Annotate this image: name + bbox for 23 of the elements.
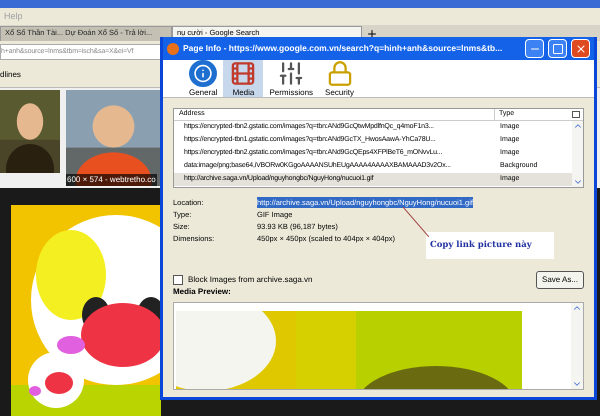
checkbox[interactable] [173, 274, 183, 285]
column-picker-icon[interactable] [572, 111, 580, 118]
annotation-note: Copy link picture này [426, 232, 554, 259]
scrollbar[interactable] [572, 121, 583, 187]
close-icon [574, 42, 586, 54]
window-title: Page Info - https://www.google.com.vn/search?q=hinh+anh&source=lnms&tb... [183, 42, 504, 55]
image-caption: 600 × 574 - webtretho.co [66, 174, 157, 186]
dialog-tab[interactable]: Security [319, 60, 360, 97]
dialog-tab[interactable]: General [183, 60, 224, 97]
maximize-icon [552, 42, 564, 54]
bookmarks-label: dlines [0, 71, 21, 79]
preview-label: Media Preview: [173, 286, 232, 298]
checkbox-label: Block Images from archive.saga.vn [188, 274, 312, 286]
save-as-button[interactable]: Save As... [536, 270, 584, 289]
dialog-tab[interactable]: Media [223, 60, 264, 97]
close-button[interactable] [571, 39, 590, 58]
new-tab-icon[interactable] [366, 28, 378, 40]
maximize-button[interactable] [548, 39, 567, 58]
minimize-button[interactable] [525, 39, 544, 58]
film-icon [229, 60, 258, 87]
dialog-tab[interactable]: Permissions [263, 60, 320, 97]
scrollbar[interactable] [571, 302, 583, 389]
leader-line [403, 207, 429, 237]
